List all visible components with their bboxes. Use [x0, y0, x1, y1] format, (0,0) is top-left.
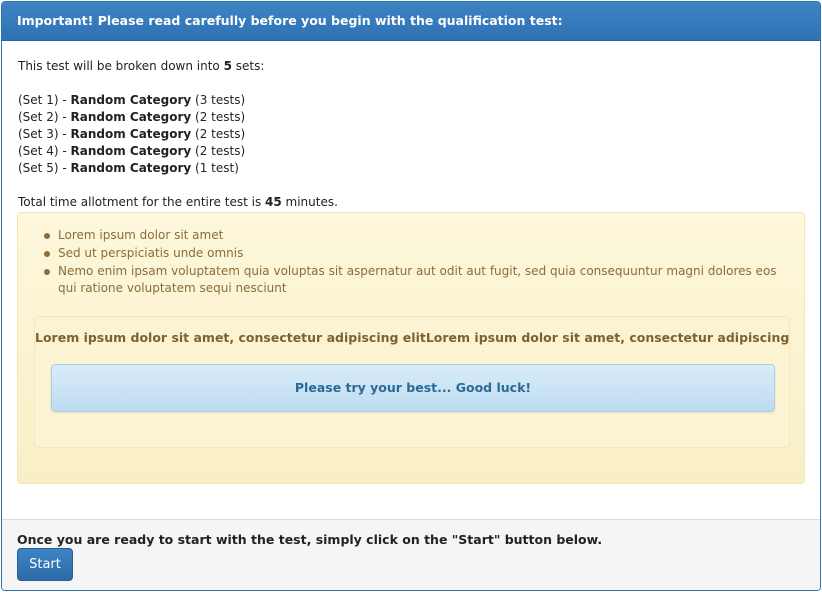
time-suffix: minutes. — [281, 195, 338, 209]
set-line: (Set 2) - Random Category (2 tests) — [18, 110, 245, 124]
bullet-text: Lorem ipsum dolor sit amet — [58, 228, 224, 242]
set-line: (Set 4) - Random Category (2 tests) — [18, 144, 245, 158]
set-label: (Set 3) - — [18, 127, 71, 141]
set-tests: (2 tests) — [191, 110, 246, 124]
time-line: Total time allotment for the entire test… — [18, 195, 338, 209]
set-category: Random Category — [70, 93, 192, 107]
set-category: Random Category — [70, 110, 192, 124]
time-minutes: 45 — [265, 195, 282, 209]
bullet-icon — [44, 251, 50, 257]
time-prefix: Total time allotment for the entire test… — [18, 195, 266, 209]
set-label: (Set 2) - — [18, 110, 71, 124]
set-line: (Set 3) - Random Category (2 tests) — [18, 127, 245, 141]
start-button[interactable]: Start — [17, 548, 73, 581]
bullet-text: Nemo enim ipsam voluptatem quia voluptas… — [58, 264, 777, 295]
qualification-panel: Important! Please read carefully before … — [1, 1, 821, 591]
panel-footer: Once you are ready to start with the tes… — [2, 519, 820, 590]
bullet-icon — [44, 233, 50, 239]
good-luck-alert: Please try your best... Good luck! — [51, 364, 775, 412]
set-tests: (2 tests) — [191, 144, 246, 158]
intro-suffix: sets: — [231, 59, 265, 73]
set-tests: (3 tests) — [191, 93, 246, 107]
set-category: Random Category — [70, 161, 192, 175]
intro-prefix: This test will be broken down into — [18, 59, 224, 73]
set-category: Random Category — [70, 127, 192, 141]
warning-list: Lorem ipsum dolor sit amet Sed ut perspi… — [44, 227, 788, 298]
set-label: (Set 5) - — [18, 161, 71, 175]
bullet-icon — [44, 269, 50, 275]
bullet-text: Sed ut perspiciatis unde omnis — [58, 246, 244, 260]
footer-instruction: Once you are ready to start with the tes… — [17, 532, 603, 547]
panel-heading: Important! Please read carefully before … — [2, 2, 820, 41]
inner-notice-box: Lorem ipsum dolor sit amet, consectetur … — [34, 316, 790, 448]
warning-box: Lorem ipsum dolor sit amet Sed ut perspi… — [17, 212, 805, 484]
set-category: Random Category — [70, 144, 192, 158]
set-label: (Set 4) - — [18, 144, 71, 158]
set-line: (Set 5) - Random Category (1 test) — [18, 161, 239, 175]
list-item: Lorem ipsum dolor sit amet — [44, 227, 788, 244]
list-item: Sed ut perspiciatis unde omnis — [44, 245, 788, 262]
intro-line: This test will be broken down into 5 set… — [18, 59, 264, 73]
set-line: (Set 1) - Random Category (3 tests) — [18, 93, 245, 107]
set-label: (Set 1) - — [18, 93, 71, 107]
set-tests: (2 tests) — [191, 127, 246, 141]
set-count: 5 — [223, 59, 232, 73]
panel-body: This test will be broken down into 5 set… — [2, 41, 820, 519]
list-item: Nemo enim ipsam voluptatem quia voluptas… — [44, 263, 788, 297]
set-tests: (1 test) — [191, 161, 239, 175]
inner-notice-text: Lorem ipsum dolor sit amet, consectetur … — [35, 330, 790, 345]
